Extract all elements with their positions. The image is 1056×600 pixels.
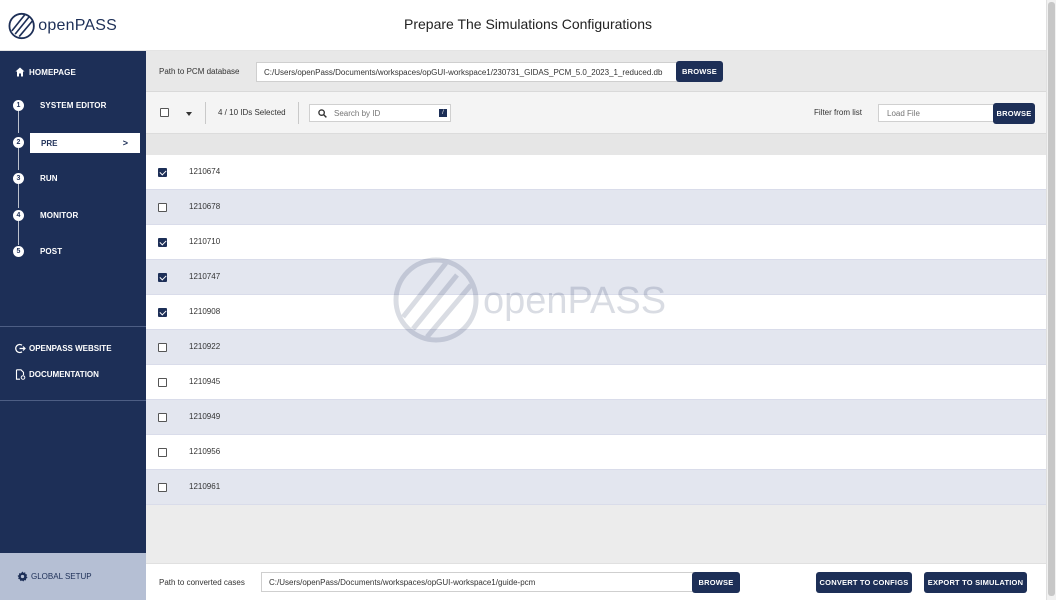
step-number: 3 bbox=[13, 172, 24, 184]
search-input[interactable] bbox=[334, 107, 434, 119]
table-row[interactable]: 1210945 bbox=[146, 365, 1046, 400]
table-row[interactable]: 1210710 bbox=[146, 225, 1046, 260]
sidebar-link-openpass-website[interactable]: OPENPASS WEBSITE bbox=[0, 338, 146, 358]
search-icon bbox=[318, 109, 327, 118]
global-setup-button[interactable]: GLOBAL SETUP bbox=[0, 553, 146, 600]
chevron-down-icon[interactable] bbox=[186, 112, 192, 116]
divider bbox=[205, 102, 206, 124]
gear-icon bbox=[17, 571, 28, 582]
table-row[interactable]: 1210956 bbox=[146, 435, 1046, 470]
global-setup-label: GLOBAL SETUP bbox=[31, 572, 92, 581]
filter-browse-button[interactable]: BROWSE bbox=[993, 103, 1035, 124]
page-title: Prepare The Simulations Configurations bbox=[404, 16, 652, 32]
external-link-icon bbox=[15, 343, 26, 353]
case-id: 1210908 bbox=[189, 307, 221, 316]
sidebar-item-run[interactable]: 3 RUN bbox=[0, 167, 146, 189]
case-id: 1210678 bbox=[189, 202, 221, 211]
step-number: 1 bbox=[13, 99, 24, 111]
case-id: 1210674 bbox=[189, 167, 221, 176]
table-row[interactable]: 1210674 bbox=[146, 155, 1046, 190]
chevron-right-icon: > bbox=[122, 138, 128, 148]
table-row[interactable]: 1210747 bbox=[146, 260, 1046, 295]
document-icon bbox=[15, 368, 26, 380]
converted-path-label: Path to converted cases bbox=[159, 578, 245, 587]
pcm-path-input[interactable]: C:/Users/openPass/Documents/workspaces/o… bbox=[256, 62, 678, 82]
table-row[interactable]: 1210908 bbox=[146, 295, 1046, 330]
sidebar-link-label: DOCUMENTATION bbox=[29, 369, 99, 379]
row-checkbox[interactable] bbox=[158, 203, 167, 212]
case-id: 1210945 bbox=[189, 377, 221, 386]
step-number: 4 bbox=[13, 209, 24, 221]
step-number: 2 bbox=[13, 136, 24, 148]
export-to-simulation-button[interactable]: EXPORT TO SIMULATION bbox=[924, 572, 1027, 593]
pcm-database-bar: Path to PCM database C:/Users/openPass/D… bbox=[146, 51, 1046, 92]
row-checkbox[interactable] bbox=[158, 448, 167, 457]
row-checkbox[interactable] bbox=[158, 413, 167, 422]
case-id: 1210747 bbox=[189, 272, 221, 281]
sidebar: HOMEPAGE 1 SYSTEM EDITOR 2 PRE > 3 RUN 4… bbox=[0, 51, 146, 600]
load-file-input[interactable] bbox=[878, 104, 994, 122]
case-id: 1210949 bbox=[189, 412, 221, 421]
pcm-browse-button[interactable]: BROWSE bbox=[676, 61, 723, 82]
filter-bar: 4 / 10 IDs Selected / Filter from list B… bbox=[146, 92, 1046, 134]
sidebar-item-homepage[interactable]: HOMEPAGE bbox=[0, 61, 146, 83]
sidebar-divider bbox=[0, 400, 146, 401]
selection-count: 4 / 10 IDs Selected bbox=[218, 108, 286, 117]
page-scrollbar[interactable] bbox=[1046, 0, 1056, 600]
home-icon bbox=[15, 67, 25, 77]
table-row[interactable]: 1210922 bbox=[146, 330, 1046, 365]
converted-cases-bar: Path to converted cases C:/Users/openPas… bbox=[146, 563, 1046, 600]
table-row[interactable]: 1210961 bbox=[146, 470, 1046, 505]
pcm-path-label: Path to PCM database bbox=[159, 67, 240, 76]
scrollbar-thumb[interactable] bbox=[1048, 2, 1055, 596]
sidebar-item-pre[interactable]: PRE > bbox=[30, 133, 140, 153]
shortcut-slash-icon: / bbox=[439, 109, 447, 117]
table-row[interactable]: 1210678 bbox=[146, 190, 1046, 225]
divider bbox=[298, 102, 299, 124]
sidebar-item-label: SYSTEM EDITOR bbox=[40, 100, 107, 110]
row-checkbox[interactable] bbox=[158, 168, 167, 177]
converted-path-input[interactable]: C:/Users/openPass/Documents/workspaces/o… bbox=[261, 572, 694, 592]
row-checkbox[interactable] bbox=[158, 343, 167, 352]
step-number: 5 bbox=[13, 245, 24, 257]
sidebar-item-label: RUN bbox=[40, 173, 58, 183]
case-id: 1210956 bbox=[189, 447, 221, 456]
filter-from-list-label: Filter from list bbox=[814, 108, 862, 117]
sidebar-item-label: POST bbox=[40, 246, 63, 256]
case-id: 1210710 bbox=[189, 237, 221, 246]
list-header bbox=[146, 134, 1046, 155]
sidebar-item-post[interactable]: 5 POST bbox=[0, 240, 146, 262]
row-checkbox[interactable] bbox=[158, 483, 167, 492]
row-checkbox[interactable] bbox=[158, 273, 167, 282]
sidebar-link-documentation[interactable]: DOCUMENTATION bbox=[0, 364, 146, 384]
sidebar-item-label: MONITOR bbox=[40, 210, 79, 220]
sidebar-item-label: HOMEPAGE bbox=[29, 67, 76, 77]
sidebar-item-monitor[interactable]: 4 MONITOR bbox=[0, 204, 146, 226]
table-row[interactable]: 1210949 bbox=[146, 400, 1046, 435]
convert-to-configs-button[interactable]: CONVERT TO CONFIGS bbox=[816, 572, 912, 593]
row-checkbox[interactable] bbox=[158, 378, 167, 387]
sidebar-item-label: PRE bbox=[41, 138, 58, 148]
row-checkbox[interactable] bbox=[158, 238, 167, 247]
sidebar-item-system-editor[interactable]: 1 SYSTEM EDITOR bbox=[0, 94, 146, 116]
case-id: 1210961 bbox=[189, 482, 221, 491]
converted-browse-button[interactable]: BROWSE bbox=[692, 572, 740, 593]
row-checkbox[interactable] bbox=[158, 308, 167, 317]
sidebar-divider bbox=[0, 326, 146, 327]
case-list: 1210674 1210678 1210710 1210747 1210908 12109… bbox=[146, 134, 1046, 563]
sidebar-link-label: OPENPASS WEBSITE bbox=[29, 343, 112, 353]
select-all-checkbox[interactable] bbox=[160, 108, 169, 117]
search-id-field[interactable]: / bbox=[309, 104, 451, 122]
case-id: 1210922 bbox=[189, 342, 221, 351]
